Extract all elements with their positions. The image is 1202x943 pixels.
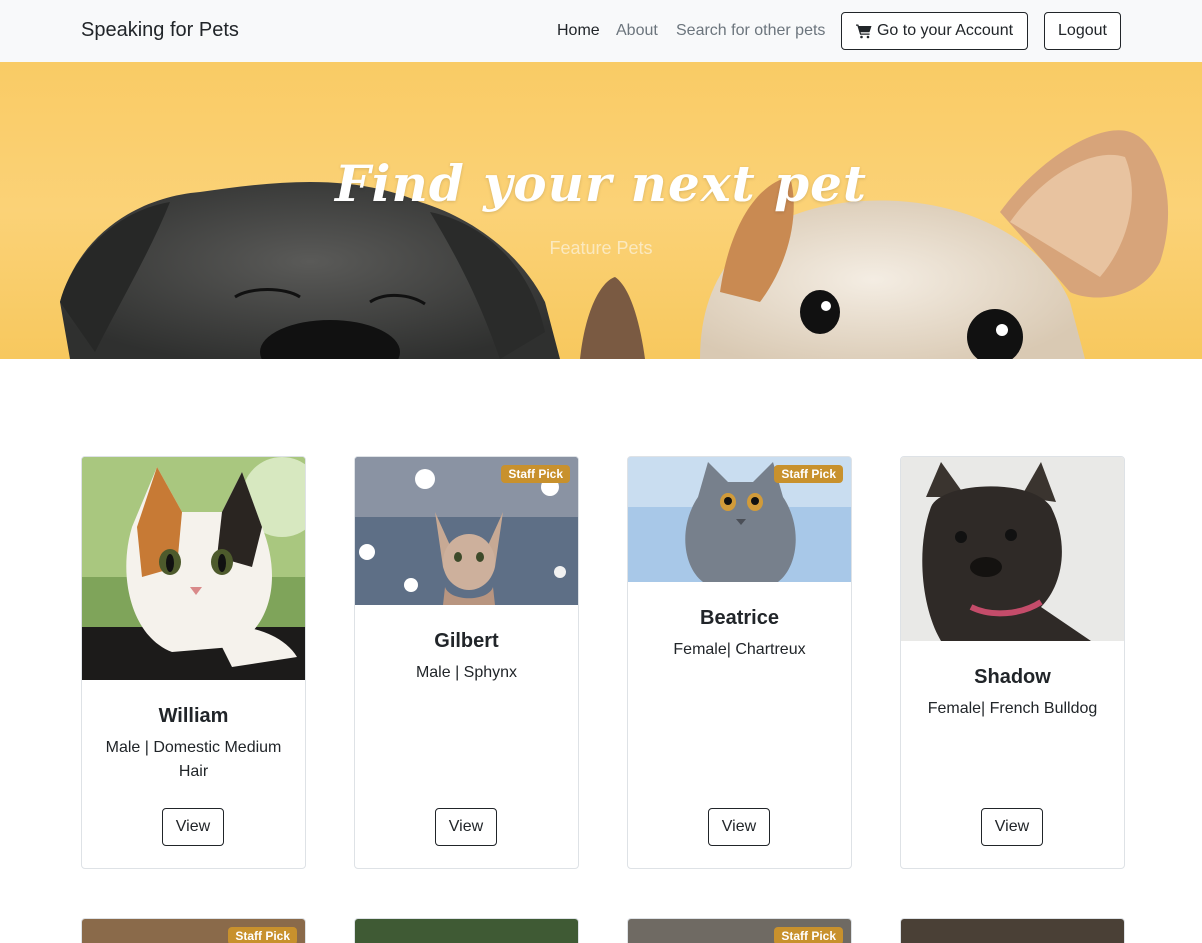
pet-card-shadow: Shadow Female| French Bulldog View (900, 456, 1125, 869)
pet-photo-shadow (901, 457, 1124, 641)
pet-photo-row2-3: Staff Pick (628, 919, 851, 943)
pet-meta: Female| French Bulldog (927, 700, 1098, 717)
pet-card-gilbert: Staff Pick Gilbert Male | Sphynx View (354, 456, 579, 869)
pet-meta: Male | Domestic Medium Hair (105, 739, 282, 780)
staff-pick-badge: Staff Pick (774, 927, 843, 943)
view-button[interactable]: View (708, 808, 770, 846)
pet-meta: Male | Sphynx (415, 664, 518, 681)
view-button[interactable]: View (435, 808, 497, 846)
pet-photo-row2-2 (355, 919, 578, 943)
pet-name: Gilbert (434, 630, 499, 652)
pet-photo-gilbert: Staff Pick (355, 457, 578, 605)
hero-title: Find your next pet (334, 154, 868, 213)
nav-link-about[interactable]: About (616, 22, 658, 40)
pet-name: Beatrice (700, 607, 779, 629)
pet-card-row2-4 (900, 918, 1125, 943)
view-button[interactable]: View (981, 808, 1043, 846)
pet-name: William (158, 705, 229, 727)
account-button-label: Go to your Account (876, 22, 1014, 39)
hero-banner: Find your next pet Feature Pets (0, 62, 1202, 359)
pet-card-william: William Male | Domestic Medium Hair View (81, 456, 306, 869)
staff-pick-badge: Staff Pick (501, 465, 570, 483)
pet-card-row2-3: Staff Pick (627, 918, 852, 943)
nav-link-home[interactable]: Home (557, 22, 600, 40)
staff-pick-badge: Staff Pick (774, 465, 843, 483)
pet-photo-beatrice: Staff Pick (628, 457, 851, 582)
hero-subtitle: Feature Pets (549, 238, 653, 258)
pet-meta: Female| Chartreux (673, 641, 806, 658)
staff-pick-badge: Staff Pick (228, 927, 297, 943)
pet-card-row2-2 (354, 918, 579, 943)
navbar: Speaking for Pets Home About Search for … (0, 0, 1202, 62)
pet-name: Shadow (974, 666, 1051, 688)
pet-photo-row2-4 (901, 919, 1124, 943)
pet-card-beatrice: Staff Pick Beatrice Female| Chartreux Vi… (627, 456, 852, 869)
account-button[interactable]: Go to your Account (841, 12, 1028, 50)
pet-photo-row2-1: Staff Pick (82, 919, 305, 943)
pet-card-row2-1: Staff Pick (81, 918, 306, 943)
logout-button[interactable]: Logout (1044, 12, 1121, 50)
pet-photo-william (82, 457, 305, 680)
nav-link-search-pets[interactable]: Search for other pets (676, 22, 825, 40)
view-button[interactable]: View (162, 808, 224, 846)
cart-icon (855, 24, 872, 39)
brand-link[interactable]: Speaking for Pets (81, 19, 239, 42)
